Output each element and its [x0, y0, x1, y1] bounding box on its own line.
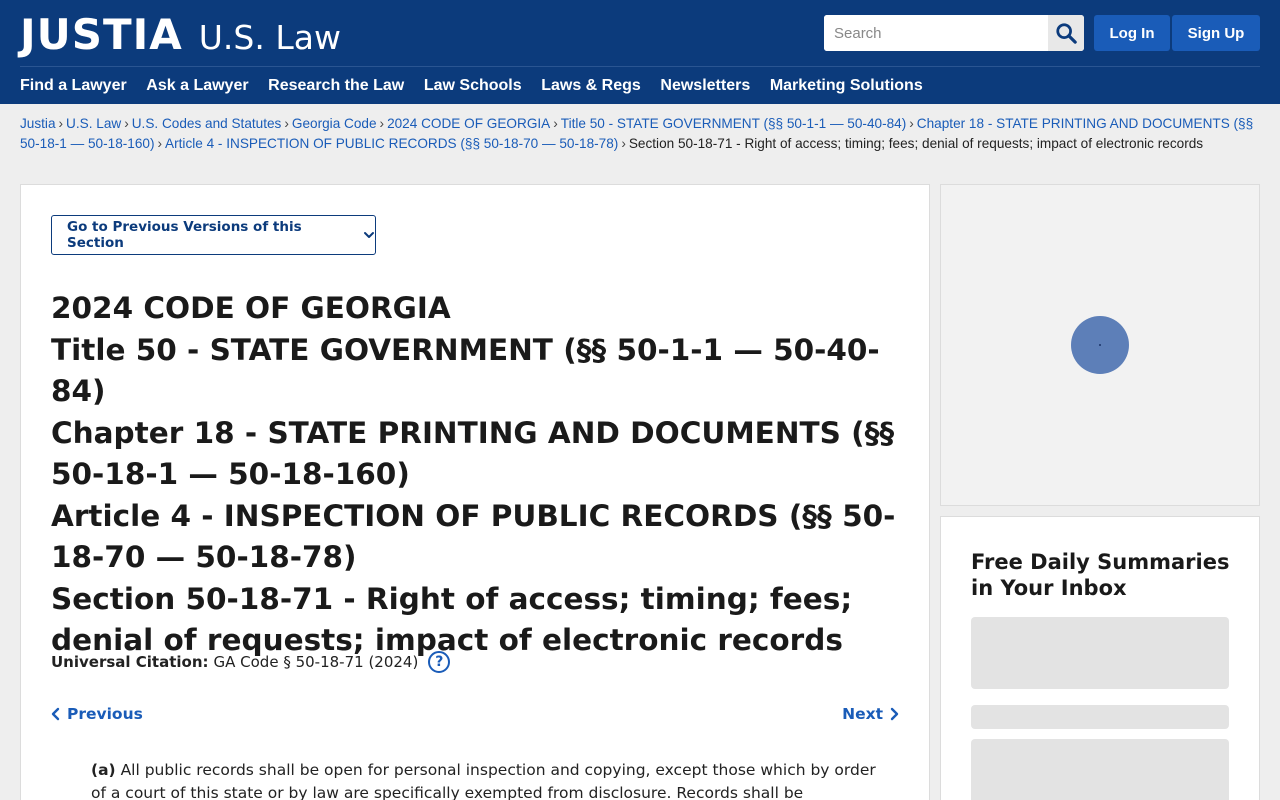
citation-label: Universal Citation:: [51, 653, 209, 671]
breadcrumb-current: Section 50-18-71 - Right of access; timi…: [628, 136, 1204, 151]
nav-marketing-solutions[interactable]: Marketing Solutions: [770, 77, 923, 95]
newsletter-title: Free Daily Summaries in Your Inbox: [971, 550, 1230, 600]
breadcrumb-2024-code[interactable]: 2024 CODE OF GEORGIA: [387, 116, 550, 131]
breadcrumb: Justia › U.S. Law › U.S. Codes and Statutes ›…: [20, 114, 1260, 154]
page-title: 2024 CODE OF GEORGIA Title 50 - STATE GO…: [51, 288, 901, 662]
title-title: Title 50 - STATE GOVERNMENT (§§ 50-1-1 —…: [51, 332, 880, 409]
paragraph-text: All public records shall be open for per…: [91, 761, 876, 800]
search-icon: [1056, 23, 1077, 44]
breadcrumb-georgia-code[interactable]: Georgia Code: [292, 116, 377, 131]
newsletter-placeholder-block: [971, 739, 1229, 800]
signup-button[interactable]: Sign Up: [1172, 15, 1260, 51]
previous-versions-button[interactable]: Go to Previous Versions of this Section: [51, 215, 376, 255]
main-nav: Find a Lawyer Ask a Lawyer Research the …: [20, 67, 942, 104]
breadcrumb-title-50[interactable]: Title 50 - STATE GOVERNMENT (§§ 50-1-1 —…: [561, 116, 907, 131]
main-content: Go to Previous Versions of this Section …: [20, 184, 930, 800]
next-label: Next: [842, 705, 883, 723]
breadcrumb-separator: ›: [284, 116, 289, 131]
chevron-right-icon: [889, 707, 899, 721]
citation-value: GA Code § 50-18-71 (2024): [213, 653, 419, 671]
previous-section-link[interactable]: Previous: [51, 705, 143, 723]
universal-citation: Universal Citation: GA Code § 50-18-71 (…: [51, 650, 451, 674]
breadcrumb-separator: ›: [909, 116, 914, 131]
nav-find-a-lawyer[interactable]: Find a Lawyer: [20, 77, 127, 95]
spinner-dot: [1099, 344, 1101, 346]
paragraph-marker: (a): [91, 761, 116, 779]
login-button[interactable]: Log In: [1094, 15, 1170, 51]
nav-research-the-law[interactable]: Research the Law: [268, 77, 404, 95]
search-button[interactable]: [1048, 15, 1084, 51]
breadcrumb-separator: ›: [58, 116, 64, 131]
nav-laws-and-regs[interactable]: Laws & Regs: [541, 77, 641, 95]
nav-law-schools[interactable]: Law Schools: [424, 77, 522, 95]
newsletter-box: Free Daily Summaries in Your Inbox: [940, 516, 1260, 800]
search-box: [824, 15, 1084, 51]
nav-ask-a-lawyer[interactable]: Ask a Lawyer: [146, 77, 248, 95]
help-icon[interactable]: ?: [428, 651, 451, 673]
breadcrumb-justia[interactable]: Justia: [20, 116, 56, 131]
title-chapter: Chapter 18 - STATE PRINTING AND DOCUMENT…: [51, 415, 895, 492]
title-code: 2024 CODE OF GEORGIA: [51, 291, 451, 325]
logo-sub-text: U.S. Law: [198, 18, 341, 57]
breadcrumb-us-law[interactable]: U.S. Law: [66, 116, 121, 131]
newsletter-placeholder-block: [971, 617, 1229, 689]
breadcrumb-separator: ›: [379, 116, 385, 131]
breadcrumb-article-4[interactable]: Article 4 - INSPECTION OF PUBLIC RECORDS…: [165, 136, 618, 151]
section-paragraph-a: (a) All public records shall be open for…: [91, 759, 891, 800]
justia-logo[interactable]: JUSTIA U.S. Law: [20, 10, 341, 59]
search-input[interactable]: [824, 15, 1048, 51]
chevron-left-icon: [51, 707, 61, 721]
nav-newsletters[interactable]: Newsletters: [660, 77, 750, 95]
chevron-down-icon: [363, 229, 375, 241]
newsletter-placeholder-line: [971, 705, 1229, 729]
breadcrumb-separator: ›: [124, 116, 129, 131]
breadcrumb-us-codes[interactable]: U.S. Codes and Statutes: [132, 116, 282, 131]
next-section-link[interactable]: Next: [842, 705, 899, 723]
loading-spinner-icon: [1071, 316, 1129, 374]
breadcrumb-separator: ›: [553, 116, 558, 131]
breadcrumb-separator: ›: [621, 136, 626, 151]
logo-main-text: JUSTIA: [20, 10, 183, 59]
breadcrumb-separator: ›: [157, 136, 163, 151]
ad-placeholder: [940, 184, 1260, 506]
previous-label: Previous: [67, 705, 143, 723]
title-article: Article 4 - INSPECTION OF PUBLIC RECORDS…: [51, 498, 896, 575]
site-header: JUSTIA U.S. Law Log In Sign Up Find a La…: [0, 0, 1280, 104]
previous-versions-label: Go to Previous Versions of this Section: [67, 219, 302, 251]
